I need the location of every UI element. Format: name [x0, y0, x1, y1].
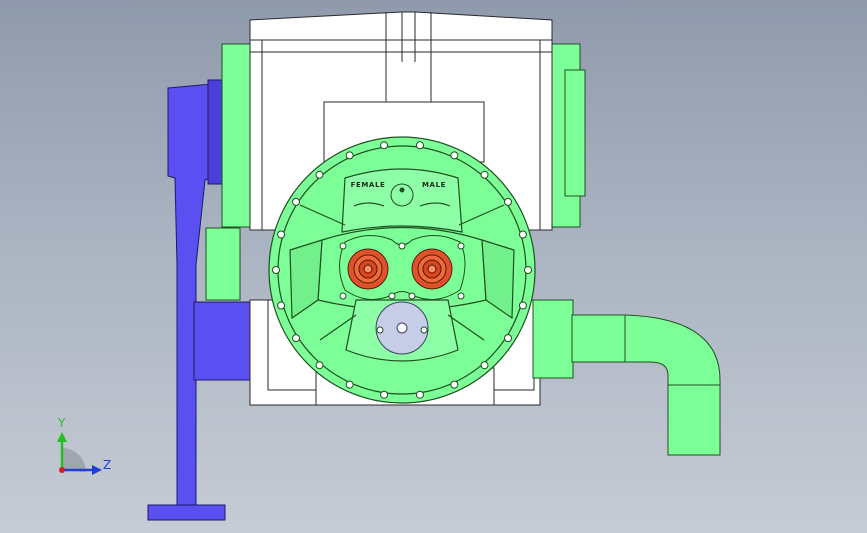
- side-flange-right: [551, 43, 586, 228]
- discharge-pipe[interactable]: [532, 299, 721, 456]
- bolt-hole: [292, 334, 301, 343]
- x-axis-icon: [59, 467, 65, 473]
- bolt-hole: [450, 380, 459, 389]
- bolt-hole: [315, 361, 324, 370]
- bolt-hole: [380, 141, 389, 150]
- female-rotor[interactable]: [347, 248, 389, 290]
- z-axis-label: Z: [103, 458, 111, 472]
- axis-triad: Y Z: [57, 416, 111, 475]
- bolt-hole: [480, 170, 489, 179]
- cad-viewport[interactable]: FEMALE MALE Y Z: [0, 0, 867, 533]
- bolt-hole: [503, 334, 512, 343]
- bolt-hole: [315, 170, 324, 179]
- bolt-hole: [380, 390, 389, 399]
- male-rotor[interactable]: [411, 248, 453, 290]
- bolt-hole: [277, 301, 286, 310]
- female-rotor-label: FEMALE: [351, 181, 386, 189]
- triad-quadrant: [62, 448, 86, 472]
- bolt-hole: [292, 197, 301, 206]
- bolt-hole: [345, 380, 354, 389]
- top-port: [390, 183, 414, 207]
- bolt-hole: [480, 361, 489, 370]
- compressor-model[interactable]: FEMALE MALE Y Z: [0, 0, 867, 533]
- bolt-hole: [415, 390, 424, 399]
- bolt-hole: [450, 151, 459, 160]
- y-axis-label: Y: [57, 416, 66, 430]
- bolt-hole: [272, 266, 280, 274]
- bolt-hole: [524, 266, 532, 274]
- bolt-hole: [345, 151, 354, 160]
- bolt-hole: [518, 301, 527, 310]
- bolt-hole: [415, 141, 424, 150]
- bolt-hole: [503, 197, 512, 206]
- drive-hub[interactable]: [375, 301, 429, 355]
- male-rotor-label: MALE: [422, 181, 446, 189]
- bolt-hole: [518, 230, 527, 239]
- bolt-hole: [277, 230, 286, 239]
